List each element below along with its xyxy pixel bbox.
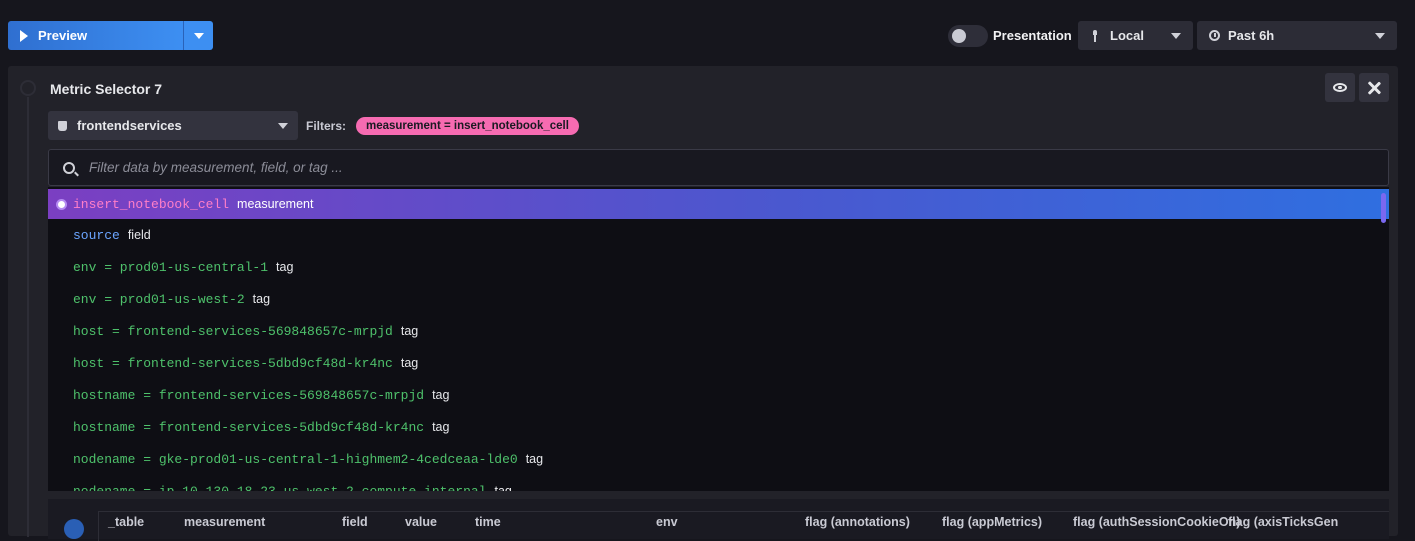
chevron-down-icon bbox=[1375, 33, 1385, 39]
result-list[interactable]: insert_notebook_cell measurement source fie… bbox=[48, 187, 1389, 491]
table-header[interactable]: _table bbox=[108, 515, 144, 529]
bucket-icon bbox=[58, 120, 67, 131]
filter-pill[interactable]: measurement = insert_notebook_cell bbox=[356, 117, 579, 135]
list-item[interactable]: env = prod01-us-west-2 tag bbox=[48, 283, 1389, 315]
preview-label: Preview bbox=[38, 28, 88, 43]
list-item-kind: tag bbox=[400, 356, 419, 370]
time-range-dropdown[interactable]: Past 6h bbox=[1197, 21, 1397, 50]
chevron-down-icon bbox=[1171, 33, 1181, 39]
list-item-kind: tag bbox=[252, 292, 271, 306]
results-table-preview: _table measurement field value time env flag (… bbox=[48, 499, 1389, 541]
table-header[interactable]: value bbox=[405, 515, 437, 529]
list-item-kind: measurement bbox=[237, 197, 314, 211]
table-header[interactable]: flag (authSessionCookieOn) bbox=[1073, 515, 1240, 529]
list-item[interactable]: env = prod01-us-central-1 tag bbox=[48, 251, 1389, 283]
list-item-kind: tag bbox=[432, 388, 450, 402]
list-item[interactable]: host = frontend-services-569848657c-mrpj… bbox=[48, 315, 1389, 347]
search-icon bbox=[63, 161, 75, 174]
list-item[interactable]: nodename = gke-prod01-us-central-1-highm… bbox=[48, 443, 1389, 475]
list-item-kind: field bbox=[127, 228, 151, 242]
presentation-toggle[interactable] bbox=[948, 25, 988, 47]
presentation-label: Presentation bbox=[993, 28, 1072, 43]
time-range-value: Past 6h bbox=[1228, 28, 1275, 43]
panel-title[interactable]: Metric Selector 7 bbox=[50, 81, 162, 97]
bucket-value: frontendservices bbox=[77, 118, 182, 133]
clock-icon bbox=[1209, 30, 1220, 41]
chevron-down-icon bbox=[278, 123, 288, 129]
search-input[interactable] bbox=[87, 159, 1388, 176]
table-header[interactable]: env bbox=[656, 515, 678, 529]
list-item-value: source bbox=[73, 227, 120, 243]
top-toolbar: Preview Presentation Local Past 6h bbox=[0, 0, 1415, 66]
list-item-kind: tag bbox=[276, 260, 294, 274]
panel-connector-line bbox=[27, 97, 29, 537]
bucket-dropdown[interactable]: frontendservices bbox=[48, 111, 298, 140]
list-item[interactable]: host = frontend-services-5dbd9cf48d-kr4n… bbox=[48, 347, 1389, 379]
table-header[interactable]: flag (annotations) bbox=[805, 515, 910, 529]
preview-button[interactable]: Preview bbox=[8, 21, 183, 50]
list-item[interactable]: insert_notebook_cell measurement bbox=[48, 189, 1389, 219]
list-item-value: host = frontend-services-5dbd9cf48d-kr4n… bbox=[73, 355, 393, 371]
list-item-value: env = prod01-us-central-1 bbox=[73, 259, 269, 275]
list-item-kind: tag bbox=[494, 484, 512, 491]
list-item[interactable]: hostname = frontend-services-5dbd9cf48d-… bbox=[48, 411, 1389, 443]
table-header[interactable]: time bbox=[475, 515, 501, 529]
timezone-dropdown[interactable]: Local bbox=[1078, 21, 1193, 50]
table-header[interactable]: flag (axisTicksGen bbox=[1228, 515, 1338, 529]
list-item-value: hostname = frontend-services-5dbd9cf48d-… bbox=[73, 419, 425, 435]
list-item-value: insert_notebook_cell bbox=[73, 196, 230, 212]
list-item[interactable]: hostname = frontend-services-569848657c-… bbox=[48, 379, 1389, 411]
table-header[interactable]: flag (appMetrics) bbox=[942, 515, 1042, 529]
list-item-value: env = prod01-us-west-2 bbox=[73, 291, 245, 307]
list-item-kind: tag bbox=[400, 324, 419, 338]
eye-icon bbox=[1333, 83, 1347, 92]
table-header[interactable]: measurement bbox=[184, 515, 265, 529]
toggle-knob bbox=[952, 29, 966, 43]
table-header[interactable]: field bbox=[342, 515, 368, 529]
list-item-value: nodename = ip-10-130-18-23.us-west-2.com… bbox=[73, 483, 487, 492]
list-item-value: nodename = gke-prod01-us-central-1-highm… bbox=[73, 451, 518, 467]
close-icon bbox=[1367, 81, 1381, 95]
list-item-value: hostname = frontend-services-569848657c-… bbox=[73, 387, 425, 403]
list-item-kind: tag bbox=[525, 452, 544, 466]
search-box[interactable] bbox=[48, 149, 1389, 186]
chevron-down-icon bbox=[193, 32, 204, 39]
list-item[interactable]: source field bbox=[48, 219, 1389, 251]
filters-label: Filters: bbox=[306, 119, 347, 133]
list-item-kind: tag bbox=[432, 420, 450, 434]
pin-icon bbox=[1090, 29, 1100, 42]
table-info-icon bbox=[64, 519, 84, 539]
scrollbar[interactable] bbox=[1381, 193, 1386, 223]
metric-selector-panel: Metric Selector 7 frontendservices Filte… bbox=[8, 66, 1398, 541]
preview-options-button[interactable] bbox=[183, 21, 213, 50]
timezone-value: Local bbox=[1110, 28, 1144, 43]
list-item[interactable]: nodename = ip-10-130-18-23.us-west-2.com… bbox=[48, 475, 1389, 492]
visibility-button[interactable] bbox=[1325, 73, 1355, 102]
selected-indicator-icon bbox=[58, 201, 65, 208]
close-button[interactable] bbox=[1359, 73, 1389, 102]
panel-handle[interactable] bbox=[20, 80, 36, 96]
play-icon bbox=[20, 29, 28, 42]
list-item-value: host = frontend-services-569848657c-mrpj… bbox=[73, 323, 393, 339]
